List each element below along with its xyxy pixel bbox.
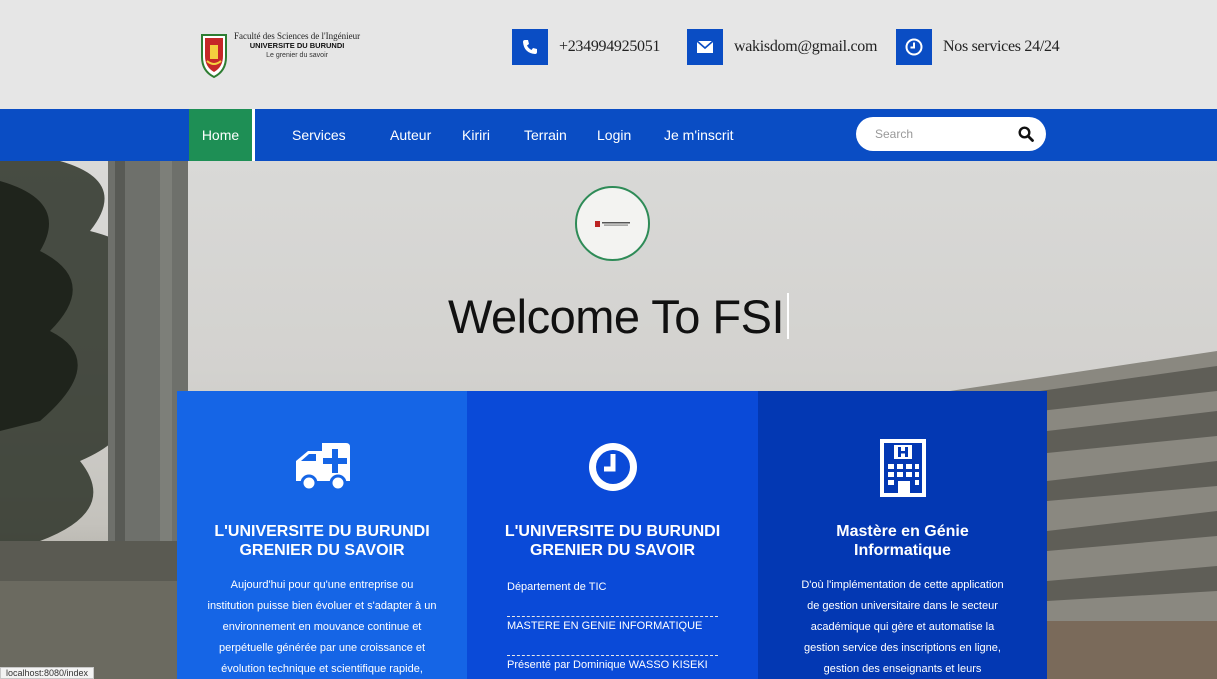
hospital-building-icon [879,439,926,497]
card-3-title: Mastère en Génie Informatique [836,523,969,559]
clock-icon [896,29,932,65]
card-2-list: Département de TIC MASTERE EN GENIE INFO… [507,578,718,679]
logo-university-text: UNIVERSITE DU BURUNDI [249,41,345,50]
contact-hours: Nos services 24/24 [896,29,1060,65]
service-hours-text: Nos services 24/24 [943,38,1060,55]
hero-title: Welcome To FSI [448,289,790,344]
info-card-1: L'UNIVERSITE DU BURUNDI GRENIER DU SAVOI… [177,391,467,679]
university-crest-icon [201,34,227,79]
status-bar-url: localhost:8080/index [0,667,95,679]
list-item[interactable]: Présenté par Dominique WASSO KISEKI [507,656,718,679]
list-item[interactable]: MASTERE EN GENIE INFORMATIQUE [507,617,718,656]
logo-motto-text: Le grenier du savoir [266,52,328,59]
hero-logo-circle [575,186,650,261]
card-1-title: L'UNIVERSITE DU BURUNDI GRENIER DU SAVOI… [214,523,430,559]
nav-kiriri[interactable]: Kiriri [462,109,490,161]
search-icon[interactable] [1018,126,1034,142]
clock-icon [588,443,637,491]
nav-terrain[interactable]: Terrain [524,109,567,161]
typing-cursor [787,293,790,339]
info-card-3: Mastère en Génie Informatique D'où l'imp… [758,391,1047,679]
logo-faculty-text: Faculté des Sciences de l'Ingénieur [234,31,361,41]
envelope-icon [687,29,723,65]
list-item[interactable]: Département de TIC [507,578,718,617]
faculty-logo[interactable]: Faculté des Sciences de l'Ingénieur UNIV… [199,31,369,81]
search-bar[interactable]: Search [856,117,1046,151]
contact-email: wakisdom@gmail.com [687,29,877,65]
phone-number[interactable]: +234994925051 [559,38,660,56]
mini-logo-icon [594,220,630,227]
nav-auteur[interactable]: Auteur [390,109,431,161]
card-2-title: L'UNIVERSITE DU BURUNDI GRENIER DU SAVOI… [504,523,721,559]
nav-register[interactable]: Je m'inscrit [664,109,734,161]
contact-phone: +234994925051 [512,29,660,65]
hero-section: Welcome To FSI L'UNIVERSITE DU BURUNDI G… [0,161,1217,679]
info-card-2: L'UNIVERSITE DU BURUNDI GRENIER DU SAVOI… [467,391,758,679]
nav-services[interactable]: Services [292,109,346,161]
nav-home[interactable]: Home [189,109,255,162]
search-input[interactable]: Search [875,117,913,151]
nav-login[interactable]: Login [597,109,631,161]
email-address[interactable]: wakisdom@gmail.com [734,38,877,56]
card-1-body: Aujourd'hui pour qu'une entreprise ou in… [207,579,437,675]
top-header: Faculté des Sciences de l'Ingénieur UNIV… [0,0,1217,109]
card-3-body: D'où l'implémentation de cette applicati… [801,579,1004,675]
ambulance-icon [296,443,350,492]
phone-icon [512,29,548,65]
